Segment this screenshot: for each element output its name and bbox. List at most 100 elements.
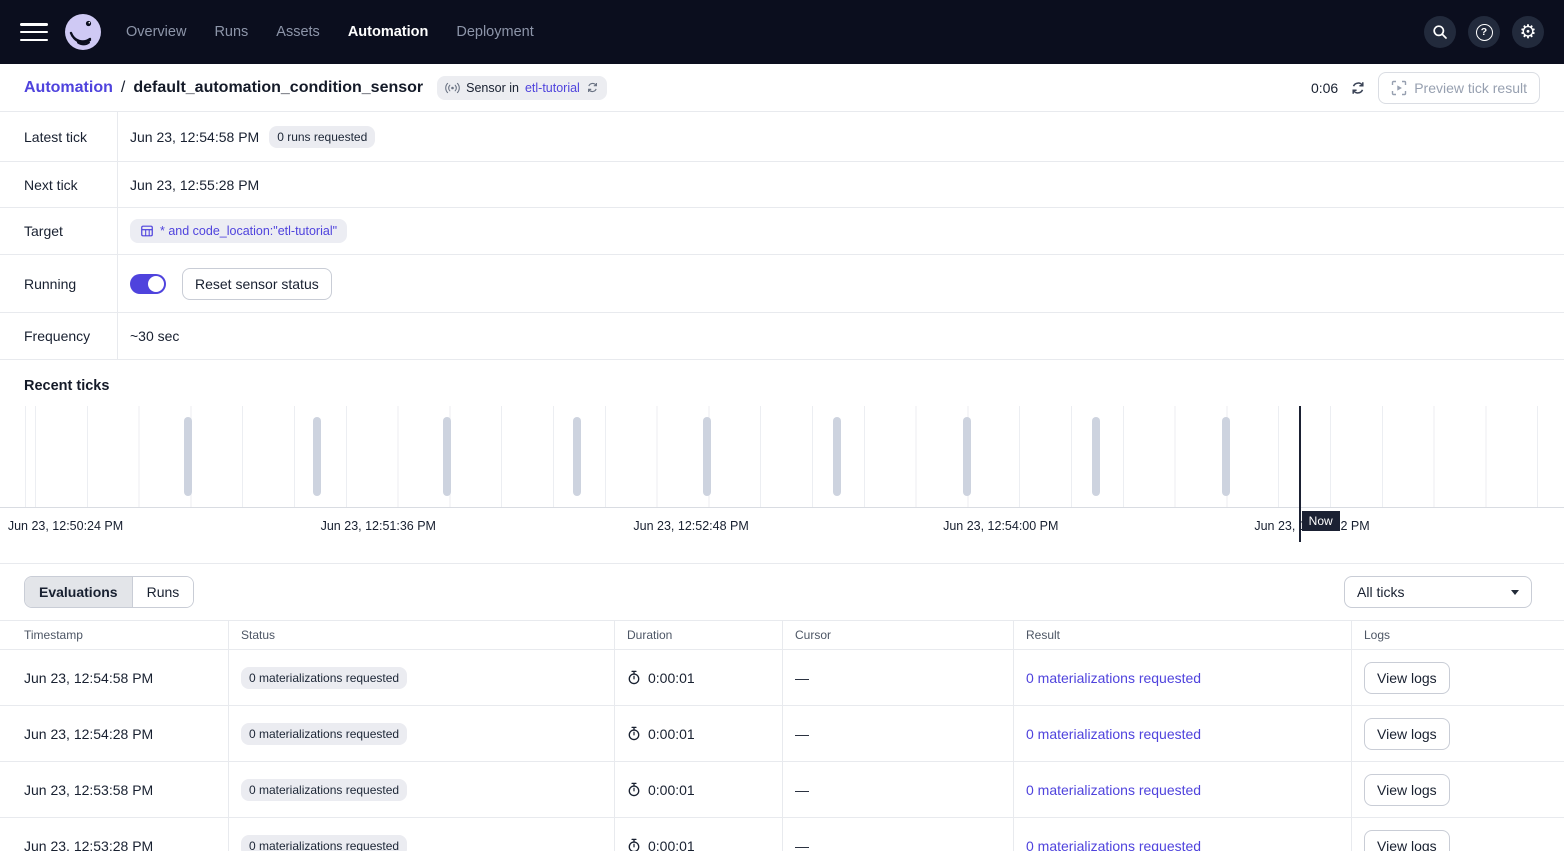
- help-button[interactable]: ?: [1468, 16, 1500, 48]
- nav-item[interactable]: Automation: [348, 24, 429, 40]
- frequency-row: Frequency ~30 sec: [0, 313, 1564, 360]
- latest-tick-status-badge: 0 runs requested: [269, 126, 375, 148]
- refresh-icon[interactable]: [1350, 80, 1366, 96]
- tick-timestamp: Jun 23, 12:53:58 PM: [0, 762, 229, 817]
- tick-bar[interactable]: [573, 417, 581, 496]
- view-logs-button[interactable]: View logs: [1364, 718, 1450, 750]
- timeline-axis-label: Jun 23, 12:52:48 PM: [633, 517, 755, 535]
- tick-bar[interactable]: [1222, 417, 1230, 496]
- tick-status-badge: 0 materializations requested: [241, 779, 407, 801]
- tick-duration: 0:00:01: [648, 670, 695, 686]
- breadcrumb-separator: /: [121, 79, 125, 97]
- frequency-value: ~30 sec: [130, 328, 179, 344]
- asset-group-icon: [140, 224, 154, 238]
- tick-result-link[interactable]: 0 materializations requested: [1026, 782, 1201, 798]
- tick-duration: 0:00:01: [648, 726, 695, 742]
- next-tick-row: Next tick Jun 23, 12:55:28 PM: [0, 162, 1564, 208]
- ticks-table-body: Jun 23, 12:54:58 PM 0 materializations r…: [0, 650, 1564, 851]
- dagster-logo[interactable]: [64, 13, 102, 51]
- stopwatch-icon: [627, 782, 641, 797]
- reset-sensor-status-button[interactable]: Reset sensor status: [182, 268, 332, 300]
- view-logs-button[interactable]: View logs: [1364, 662, 1450, 694]
- latest-tick-row: Latest tick Jun 23, 12:54:58 PM 0 runs r…: [0, 112, 1564, 162]
- tick-timestamp: Jun 23, 12:54:58 PM: [0, 650, 229, 705]
- column-header: Result: [1014, 621, 1352, 649]
- tick-status-badge: 0 materializations requested: [241, 723, 407, 745]
- settings-button[interactable]: ⚙: [1512, 16, 1544, 48]
- tick-bar[interactable]: [184, 417, 192, 496]
- tick-bar[interactable]: [833, 417, 841, 496]
- view-segmented-control: Evaluations Runs: [24, 576, 194, 608]
- tick-row: Jun 23, 12:53:28 PM 0 materializations r…: [0, 818, 1564, 851]
- tick-cursor: —: [783, 818, 1014, 851]
- tick-cursor: —: [783, 706, 1014, 761]
- target-row: Target * and code_location:"etl-tutorial…: [0, 208, 1564, 255]
- gear-icon: ⚙: [1519, 23, 1536, 42]
- code-location-link[interactable]: etl-tutorial: [525, 81, 580, 95]
- tick-timestamp: Jun 23, 12:53:28 PM: [0, 818, 229, 851]
- ticks-table-header: TimestampStatusDurationCursorResultLogs: [0, 620, 1564, 650]
- running-row: Running Reset sensor status: [0, 255, 1564, 313]
- tick-row: Jun 23, 12:54:58 PM 0 materializations r…: [0, 650, 1564, 706]
- nav-item[interactable]: Deployment: [456, 24, 533, 40]
- ticks-toolbar: Evaluations Runs All ticks: [0, 563, 1564, 620]
- next-tick-value: Jun 23, 12:55:28 PM: [130, 177, 259, 193]
- view-logs-button[interactable]: View logs: [1364, 774, 1450, 806]
- view-logs-button[interactable]: View logs: [1364, 830, 1450, 851]
- column-header: Cursor: [783, 621, 1014, 649]
- timeline-chart[interactable]: [0, 406, 1564, 508]
- tick-duration: 0:00:01: [648, 838, 695, 851]
- timeline-axis-label: Jun 23, 12:54:00 PM: [943, 517, 1065, 535]
- tick-status-badge: 0 materializations requested: [241, 667, 407, 689]
- latest-tick-label: Latest tick: [0, 112, 118, 161]
- column-header: Duration: [615, 621, 783, 649]
- search-button[interactable]: [1424, 16, 1456, 48]
- tick-result-link[interactable]: 0 materializations requested: [1026, 670, 1201, 686]
- recent-ticks-title: Recent ticks: [0, 360, 1564, 406]
- page-title: default_automation_condition_sensor: [133, 79, 423, 97]
- tick-filter-value: All ticks: [1357, 584, 1404, 600]
- help-icon: ?: [1476, 24, 1493, 41]
- nav-item[interactable]: Assets: [276, 24, 320, 40]
- nav-item[interactable]: Runs: [214, 24, 248, 40]
- menu-icon[interactable]: [20, 23, 48, 41]
- tick-status-badge: 0 materializations requested: [241, 835, 407, 851]
- top-navbar: Overview Runs Assets Automation Deployment ?…: [0, 0, 1564, 64]
- target-selection-link[interactable]: * and code_location:"etl-tutorial": [130, 219, 347, 243]
- stopwatch-icon: [627, 726, 641, 741]
- latest-tick-value: Jun 23, 12:54:58 PM: [130, 129, 259, 145]
- tick-bar[interactable]: [443, 417, 451, 496]
- tick-result-link[interactable]: 0 materializations requested: [1026, 838, 1201, 851]
- target-selection-text: * and code_location:"etl-tutorial": [160, 224, 337, 238]
- reload-location-icon[interactable]: [586, 81, 599, 94]
- tick-bar[interactable]: [963, 417, 971, 496]
- next-tick-label: Next tick: [0, 162, 118, 207]
- search-icon: [1432, 24, 1448, 40]
- preview-button-label: Preview tick result: [1414, 80, 1527, 96]
- tick-bar[interactable]: [313, 417, 321, 496]
- stopwatch-icon: [627, 670, 641, 685]
- toggle-knob: [148, 276, 164, 292]
- sensor-icon: [445, 82, 460, 94]
- tab-evaluations[interactable]: Evaluations: [25, 577, 132, 607]
- target-label: Target: [0, 208, 118, 254]
- recent-ticks-timeline: Jun 23, 12:50:24 PM Jun 23, 12:51:36 PM Ju…: [0, 406, 1564, 563]
- running-toggle[interactable]: [130, 274, 166, 294]
- tick-duration: 0:00:01: [648, 782, 695, 798]
- tick-result-link[interactable]: 0 materializations requested: [1026, 726, 1201, 742]
- nav-items: Overview Runs Assets Automation Deployment: [126, 24, 534, 40]
- caret-down-icon: [1511, 590, 1519, 595]
- timeline-axis-label: Jun 23, 12:50:24 PM: [8, 517, 130, 535]
- nav-item[interactable]: Overview: [126, 24, 186, 40]
- timeline-axis-label: Jun 23, 12:51:36 PM: [321, 517, 443, 535]
- timeline-now-badge: Now: [1302, 511, 1340, 531]
- tick-filter-select[interactable]: All ticks: [1344, 576, 1532, 608]
- stopwatch-icon: [627, 838, 641, 851]
- tick-cursor: —: [783, 762, 1014, 817]
- preview-tick-result-button[interactable]: Preview tick result: [1378, 72, 1540, 104]
- tab-runs[interactable]: Runs: [132, 577, 194, 607]
- breadcrumb-automation-link[interactable]: Automation: [24, 79, 113, 97]
- tick-bar[interactable]: [703, 417, 711, 496]
- tick-bar[interactable]: [1092, 417, 1100, 496]
- tick-timestamp: Jun 23, 12:54:28 PM: [0, 706, 229, 761]
